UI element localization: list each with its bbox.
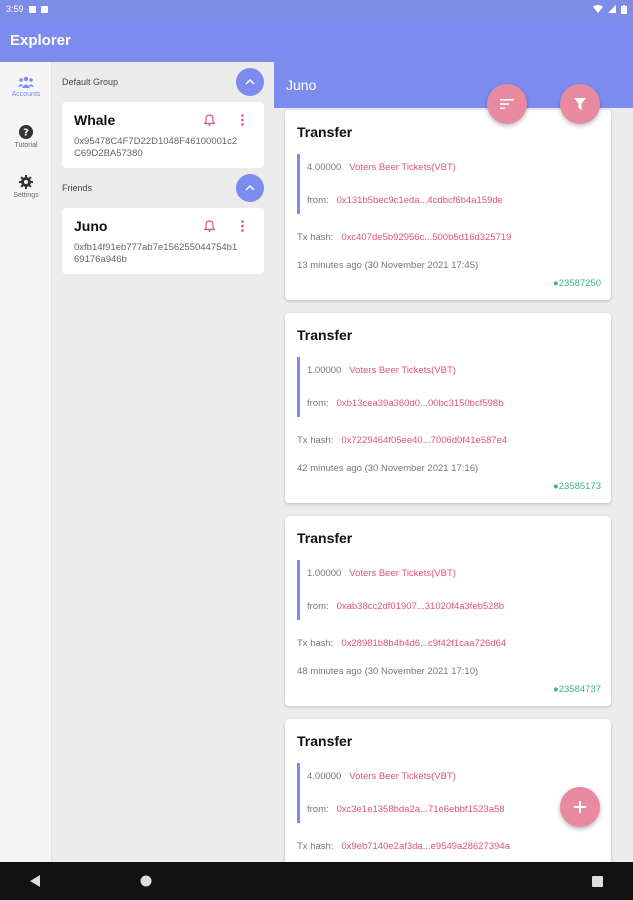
- rail-item-settings[interactable]: Settings: [0, 162, 52, 212]
- app-title: Explorer: [10, 31, 71, 49]
- from-address[interactable]: 0xab38cc2df01907...31020f4a3feb528b: [337, 601, 504, 612]
- more-vert-icon[interactable]: [241, 220, 244, 232]
- filter-button[interactable]: [560, 84, 600, 124]
- bell-icon[interactable]: [204, 114, 215, 126]
- token-name[interactable]: Voters Beer Tickets(VBT): [349, 365, 456, 376]
- transaction-divider: [297, 763, 300, 823]
- hash-label: Tx hash:: [297, 638, 334, 649]
- status-bar: 3:59: [0, 0, 633, 18]
- clock: 3:59: [6, 4, 24, 14]
- transaction-divider: [297, 560, 300, 620]
- rail-label-accounts: Accounts: [11, 91, 41, 98]
- tx-time: 13 minutes ago (30 November 2021 17:45): [297, 260, 479, 271]
- transaction-feed: Juno Transfer 4.00000 Voters Beer Ticket…: [274, 62, 633, 862]
- from-address[interactable]: 0xc3e1e1358bda2a...71e6ebbf1523a58: [337, 804, 505, 815]
- block-number[interactable]: ●23584737: [553, 684, 601, 695]
- group-header: Default Group: [52, 62, 274, 102]
- help-icon: ?: [19, 125, 33, 139]
- account-card[interactable]: Whale 0x95478C4F7D22D1048F46100001c2C69D…: [62, 102, 264, 168]
- account-groups-panel: Default Group Whale 0x95478C4F7D22D1048F…: [52, 62, 274, 862]
- chevron-up-icon: [245, 79, 255, 85]
- tx-time: 48 minutes ago (30 November 2021 17:10): [297, 666, 479, 677]
- sort-button[interactable]: [487, 84, 527, 124]
- block-number[interactable]: ●23587250: [553, 278, 601, 289]
- chevron-up-icon: [245, 185, 255, 191]
- accounts-icon: [18, 76, 34, 88]
- more-vert-icon[interactable]: [241, 114, 244, 126]
- group-name: Default Group: [62, 77, 119, 87]
- group-name: Friends: [62, 183, 93, 193]
- collapse-group-button[interactable]: [236, 174, 264, 202]
- transaction-divider: [297, 154, 300, 214]
- transaction-card[interactable]: Transfer 4.00000 Voters Beer Tickets(VBT…: [285, 110, 611, 300]
- tx-hash[interactable]: 0x28981b8b4b4d6...c9f42f1caa726d64: [341, 638, 506, 649]
- transaction-type: Transfer: [297, 530, 353, 546]
- back-icon[interactable]: [30, 875, 40, 887]
- collapse-group-button[interactable]: [236, 68, 264, 96]
- from-label: from:: [307, 804, 329, 815]
- hash-label: Tx hash:: [297, 435, 334, 446]
- from-address[interactable]: 0xb13cea39a360d0...00bc3150bcf598b: [337, 398, 504, 409]
- token-amount: 4.00000: [307, 162, 342, 173]
- token-amount: 1.00000: [307, 365, 342, 376]
- token-name[interactable]: Voters Beer Tickets(VBT): [349, 771, 456, 782]
- bell-icon[interactable]: [204, 220, 215, 232]
- token-amount: 4.00000: [307, 771, 342, 782]
- tx-time: 42 minutes ago (30 November 2021 17:16): [297, 463, 479, 474]
- sort-icon: [500, 99, 514, 109]
- plus-icon: [574, 801, 586, 813]
- add-button[interactable]: [560, 787, 600, 827]
- svg-text:?: ?: [23, 128, 29, 139]
- rail-item-tutorial[interactable]: ? Tutorial: [0, 112, 52, 162]
- hash-label: Tx hash:: [297, 232, 334, 243]
- group-header: Friends: [52, 168, 274, 208]
- system-navigation-bar: [0, 862, 633, 900]
- transaction-divider: [297, 357, 300, 417]
- transaction-card[interactable]: Transfer 4.00000 Voters Beer Tickets(VBT…: [285, 719, 611, 862]
- account-address: 0xfb14f91eb777ab7e156255044754b169176a94…: [74, 242, 238, 265]
- token-amount: 1.00000: [307, 568, 342, 579]
- battery-icon: [621, 4, 627, 14]
- transaction-card[interactable]: Transfer 1.00000 Voters Beer Tickets(VBT…: [285, 516, 611, 706]
- rail-item-accounts[interactable]: Accounts: [0, 62, 52, 112]
- home-icon[interactable]: [140, 875, 152, 887]
- hash-label: Tx hash:: [297, 841, 334, 852]
- app-bar: Explorer: [0, 18, 633, 62]
- feed-title: Juno: [286, 77, 317, 93]
- from-label: from:: [307, 601, 329, 612]
- filter-icon: [574, 98, 586, 110]
- from-label: from:: [307, 195, 329, 206]
- gear-icon: [19, 175, 33, 189]
- wifi-icon: [593, 5, 603, 13]
- navigation-rail: Accounts ? Tutorial Settings: [0, 62, 52, 862]
- from-address[interactable]: 0x131b5bec9c1eda...4cdbcf6b4a159de: [337, 195, 503, 206]
- rail-label-settings: Settings: [13, 192, 39, 199]
- token-name[interactable]: Voters Beer Tickets(VBT): [349, 568, 456, 579]
- tx-hash[interactable]: 0x9eb7140e2af3da...e9549a28627394a: [341, 841, 510, 852]
- account-address: 0x95478C4F7D22D1048F46100001c2C69D2BA573…: [74, 136, 238, 159]
- transaction-type: Transfer: [297, 124, 353, 140]
- notification-icon: [28, 5, 36, 13]
- notification-icon: [40, 5, 48, 13]
- token-name[interactable]: Voters Beer Tickets(VBT): [349, 162, 456, 173]
- transaction-type: Transfer: [297, 327, 353, 343]
- tx-hash[interactable]: 0xc407de5b92956c...500b5d16d325719: [341, 232, 511, 243]
- from-label: from:: [307, 398, 329, 409]
- recents-icon[interactable]: [592, 875, 603, 887]
- tx-hash[interactable]: 0x7229464f05ee40...7006d0f41e587e4: [341, 435, 507, 446]
- account-card[interactable]: Juno 0xfb14f91eb777ab7e156255044754b1691…: [62, 208, 264, 274]
- signal-icon: [608, 5, 616, 13]
- transaction-type: Transfer: [297, 733, 353, 749]
- transaction-card[interactable]: Transfer 1.00000 Voters Beer Tickets(VBT…: [285, 313, 611, 503]
- block-number[interactable]: ●23585173: [553, 481, 601, 492]
- rail-label-tutorial: Tutorial: [14, 142, 38, 149]
